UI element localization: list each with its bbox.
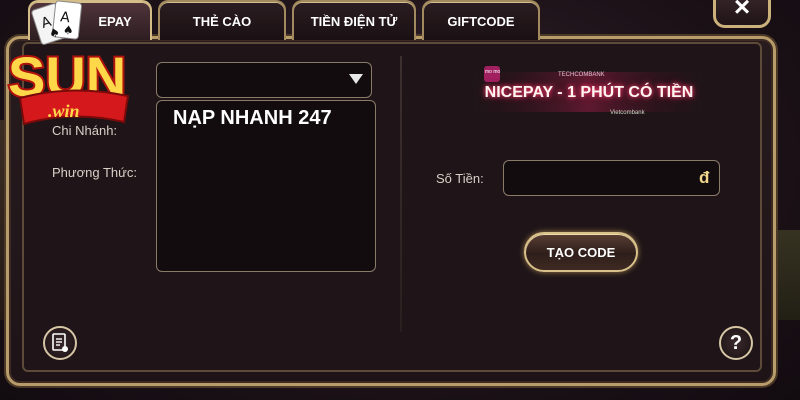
tab-giftcode[interactable]: GIFTCODE <box>422 0 540 40</box>
amount-label: Số Tiền: <box>436 171 484 186</box>
close-button[interactable]: × <box>713 0 771 28</box>
close-icon: × <box>733 0 751 22</box>
techcombank-logo-text: TECHCOMBANK <box>558 72 605 78</box>
banner-title: NICEPAY - 1 PHÚT CÓ TIỀN <box>484 84 694 101</box>
history-button[interactable] <box>43 326 77 360</box>
method-option-nap-nhanh[interactable]: NẠP NHANH 247 <box>173 107 332 130</box>
vietcombank-logo-text: Vietcombank <box>610 110 646 116</box>
create-code-label: TẠO CODE <box>546 244 616 260</box>
column-divider <box>400 56 402 332</box>
tab-tien-dien-tu-label: TIỀN ĐIỆN TỬ <box>310 13 398 29</box>
amount-input[interactable] <box>503 160 720 196</box>
tab-giftcode-label: GIFTCODE <box>447 13 515 29</box>
help-icon: ? <box>729 331 743 354</box>
logo-win-text: .win <box>48 101 80 121</box>
tab-tien-dien-tu[interactable]: TIỀN ĐIỆN TỬ <box>292 0 416 40</box>
tab-the-cao-label: THẺ CÀO <box>192 13 252 29</box>
chevron-down-icon <box>349 74 363 84</box>
document-icon <box>52 333 68 352</box>
branch-select[interactable] <box>156 62 372 98</box>
method-label: Phương Thức: <box>52 165 137 180</box>
sunwin-logo: A A ♠ ♠ SUN .win <box>6 0 130 126</box>
tab-the-cao[interactable]: THẺ CÀO <box>158 0 286 40</box>
help-button[interactable]: ? <box>719 326 753 360</box>
svg-text:♠: ♠ <box>62 23 74 38</box>
method-list[interactable]: NẠP NHANH 247 <box>156 100 376 272</box>
currency-symbol: đ <box>699 168 710 187</box>
svg-text:mo mo: mo mo <box>485 69 501 75</box>
create-code-button[interactable]: TẠO CODE <box>524 232 638 272</box>
